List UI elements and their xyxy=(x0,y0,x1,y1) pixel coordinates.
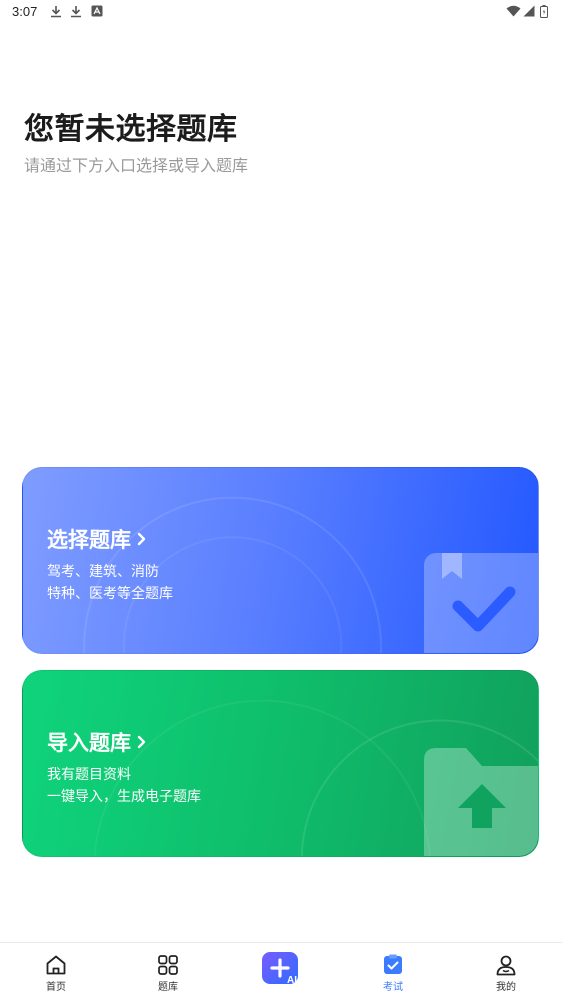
select-question-bank-card[interactable]: 选择题库 驾考、建筑、消防 特种、医考等全题库 xyxy=(22,467,539,654)
download-icon xyxy=(51,6,61,18)
battery-icon xyxy=(540,5,548,18)
page-title: 您暂未选择题库 xyxy=(24,112,238,147)
nav-item-home[interactable]: 首页 xyxy=(16,943,96,1001)
import-card-desc-line1: 我有题目资料 xyxy=(47,767,131,783)
nav-label-question-bank: 题库 xyxy=(158,982,178,993)
nav-label-mine: 我的 xyxy=(496,982,516,993)
nav-item-exam[interactable]: 考试 xyxy=(353,943,433,1001)
select-card-desc-line2: 特种、医考等全题库 xyxy=(47,586,173,602)
bookmark-check-icon xyxy=(424,553,538,653)
signal-icon xyxy=(523,5,535,17)
grid-icon xyxy=(158,955,178,975)
user-icon xyxy=(496,955,516,976)
import-question-bank-card[interactable]: 导入题库 我有题目资料 一键导入，生成电子题库 xyxy=(22,670,539,857)
home-icon xyxy=(46,955,66,975)
app-notification-icon xyxy=(91,5,103,17)
select-card-title: 选择题库 xyxy=(47,524,147,554)
ai-badge-text: AI xyxy=(287,975,297,986)
exam-icon xyxy=(384,954,402,974)
import-card-desc-line2: 一键导入，生成电子题库 xyxy=(47,789,201,805)
nav-item-mine[interactable]: 我的 xyxy=(466,943,546,1001)
ai-plus-button[interactable]: AI xyxy=(262,952,300,986)
status-bar: 3:07 xyxy=(0,0,562,24)
import-card-title-text: 导入题库 xyxy=(47,731,131,755)
nav-label-exam: 考试 xyxy=(383,982,403,993)
select-card-desc-line1: 驾考、建筑、消防 xyxy=(47,564,159,580)
chevron-right-icon xyxy=(137,532,146,546)
status-time: 3:07 xyxy=(12,4,38,19)
chevron-right-icon xyxy=(137,735,146,749)
nav-label-home: 首页 xyxy=(46,982,66,993)
nav-item-question-bank[interactable]: 题库 xyxy=(128,943,208,1001)
import-card-title: 导入题库 xyxy=(47,727,147,757)
select-card-title-text: 选择题库 xyxy=(47,528,131,552)
page-subtitle: 请通过下方入口选择或导入题库 xyxy=(24,156,249,175)
wifi-icon xyxy=(506,5,521,17)
folder-upload-icon xyxy=(424,748,538,856)
download-icon xyxy=(71,6,81,18)
